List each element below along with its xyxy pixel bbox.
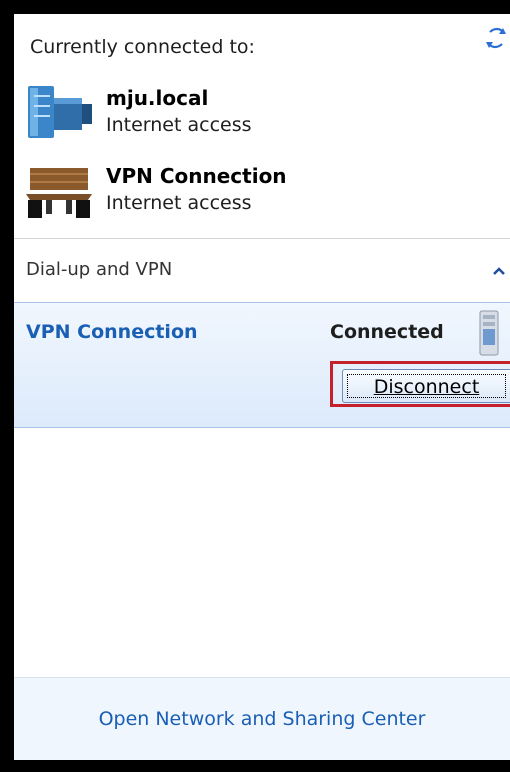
- flyout-content: Currently connected to: mju.local Intern…: [14, 14, 510, 760]
- refresh-icon[interactable]: [484, 26, 508, 52]
- section-divider: [14, 238, 510, 239]
- connection-status: Internet access: [106, 114, 252, 136]
- connection-name: VPN Connection: [106, 164, 287, 188]
- vpn-connection-row[interactable]: VPN Connection Connected Disconnect: [14, 302, 510, 428]
- connection-item: mju.local Internet access: [24, 84, 504, 144]
- bench-icon: [26, 168, 92, 218]
- network-flyout: Currently connected to: mju.local Intern…: [0, 0, 510, 772]
- section-title: Dial-up and VPN: [26, 259, 173, 280]
- connection-status: Internet access: [106, 192, 252, 214]
- disconnect-button[interactable]: Disconnect: [342, 369, 510, 403]
- server-icon: [479, 310, 499, 356]
- connected-header: Currently connected to:: [30, 36, 255, 58]
- connection-name: mju.local: [106, 86, 209, 110]
- connection-item: VPN Connection Internet access: [24, 162, 504, 222]
- vpn-connection-name: VPN Connection: [26, 321, 198, 343]
- disconnect-label: Disconnect: [373, 376, 480, 398]
- network-icon: [28, 86, 92, 138]
- vpn-status: Connected: [330, 321, 444, 343]
- chevron-up-icon[interactable]: [492, 266, 506, 276]
- flyout-footer: Open Network and Sharing Center: [14, 677, 510, 760]
- open-network-center-link[interactable]: Open Network and Sharing Center: [14, 708, 510, 730]
